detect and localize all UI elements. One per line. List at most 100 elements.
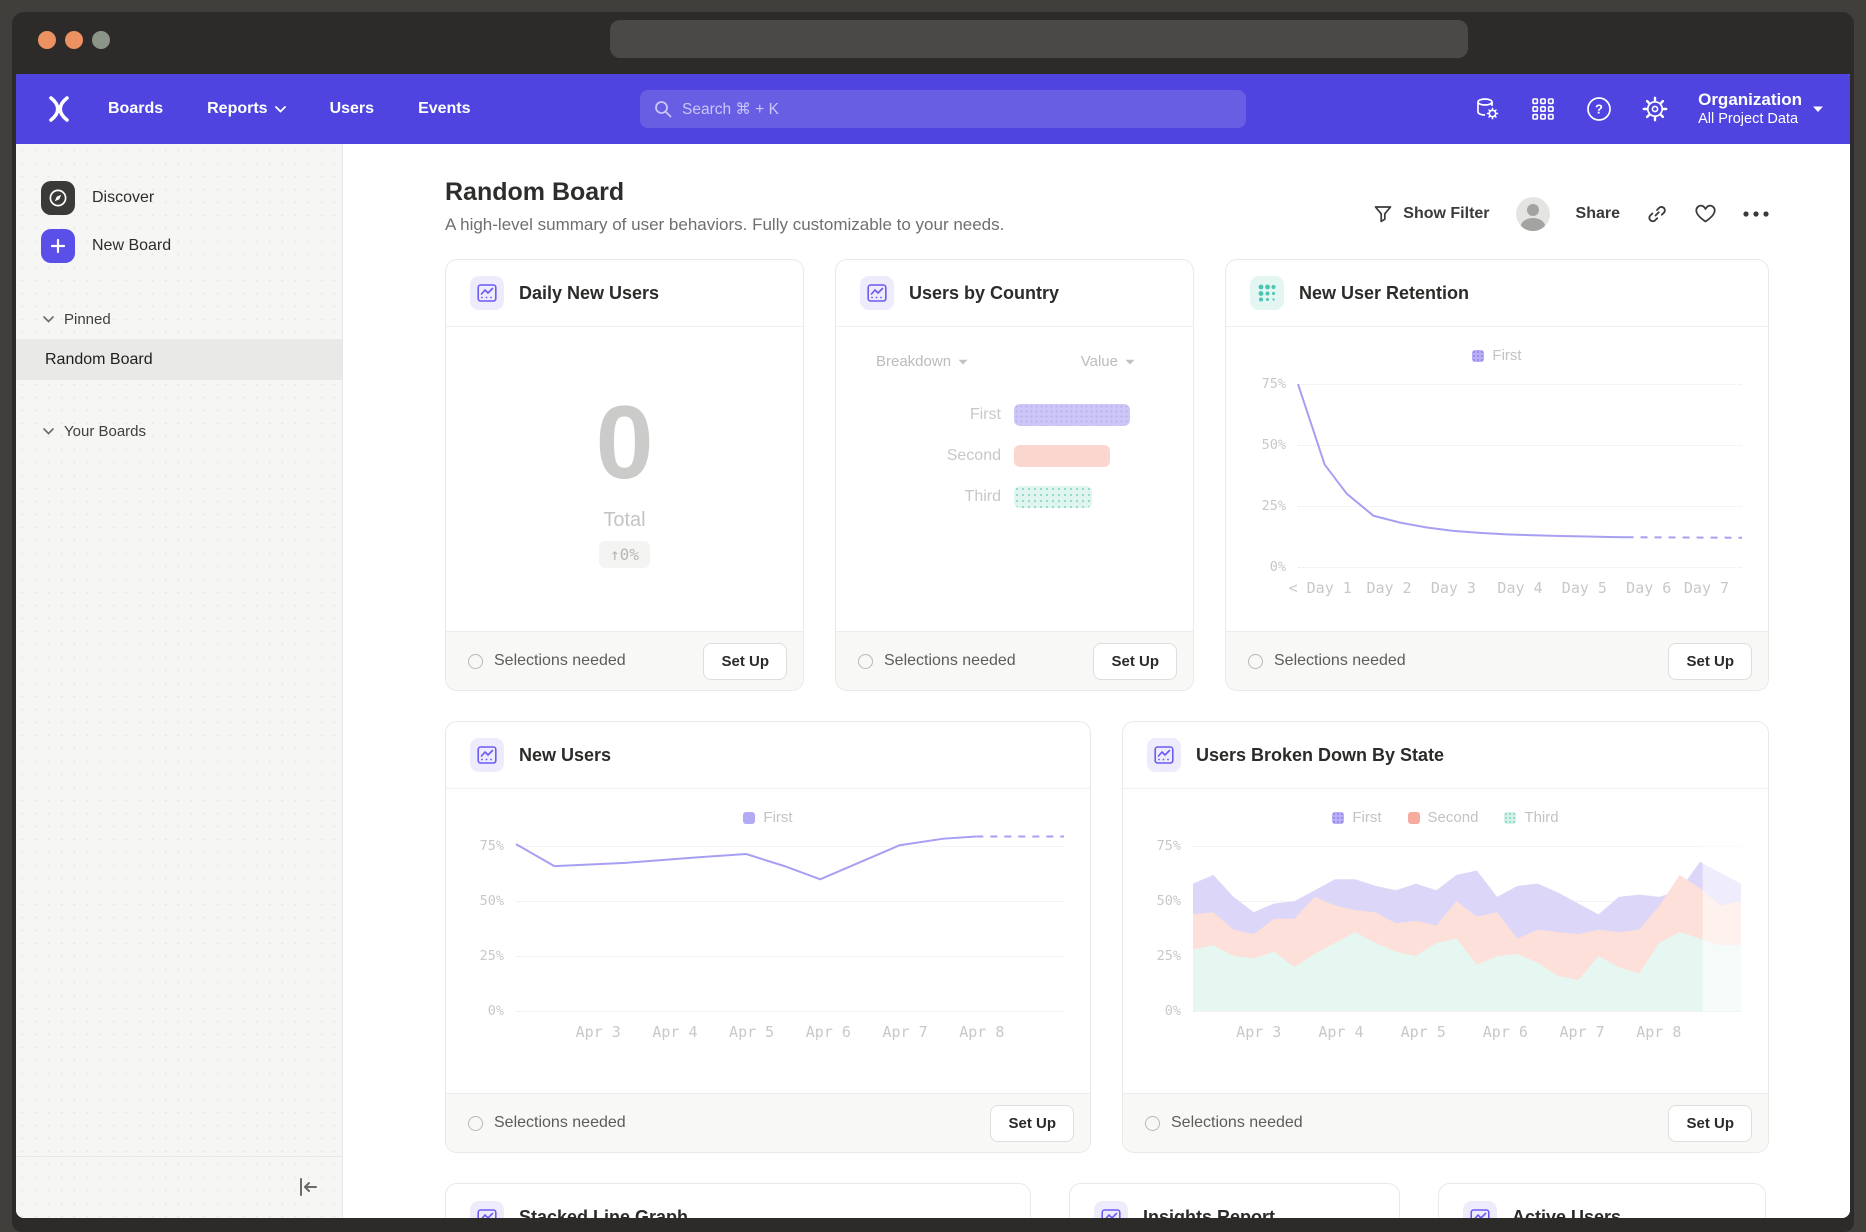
value-dropdown[interactable]: Value xyxy=(1081,353,1135,370)
card-title: New Users xyxy=(519,745,611,766)
card-users-by-state: Users Broken Down By State First S xyxy=(1122,721,1769,1153)
status-circle-icon xyxy=(1248,654,1263,669)
nav-item-events[interactable]: Events xyxy=(418,100,470,118)
card-footer: Selections needed Set Up xyxy=(1123,1093,1768,1152)
legend-item-third: Third xyxy=(1504,809,1558,826)
status-circle-icon xyxy=(858,654,873,669)
line-chart-icon xyxy=(1463,1201,1497,1219)
sidebar-section-your-boards[interactable]: Your Boards xyxy=(16,414,342,448)
chart-legend: First xyxy=(1226,327,1768,364)
legend-swatch-icon xyxy=(1408,812,1420,824)
card-insights-report: Insights Report xyxy=(1069,1183,1400,1218)
card-new-user-retention: New User Retention First 75%50%25%0%< Da… xyxy=(1225,259,1769,691)
user-avatar[interactable] xyxy=(1516,197,1550,231)
nav-item-reports[interactable]: Reports xyxy=(207,100,285,118)
card-title: New User Retention xyxy=(1299,283,1469,304)
browser-window: Boards Reports Users Events Search ⌘ + K xyxy=(12,12,1854,1232)
window-zoom-button[interactable] xyxy=(92,31,110,49)
org-project: All Project Data xyxy=(1698,110,1802,128)
discover-compass-icon xyxy=(41,181,75,215)
app-viewport: Boards Reports Users Events Search ⌘ + K xyxy=(16,74,1850,1218)
line-chart-icon xyxy=(470,1201,504,1219)
breakdown-label: Breakdown xyxy=(876,353,951,370)
sidebar-item-label: New Board xyxy=(92,237,171,255)
nav-item-users[interactable]: Users xyxy=(330,100,374,118)
legend-swatch-icon xyxy=(1332,812,1344,824)
favorite-button[interactable] xyxy=(1694,203,1717,224)
bar-second xyxy=(1014,445,1110,467)
card-footer: Selections needed Set Up xyxy=(446,1093,1090,1152)
card-title: Users by Country xyxy=(909,283,1059,304)
card-daily-new-users: Daily New Users 0 Total ↑0% Selections n… xyxy=(445,259,804,691)
status-circle-icon xyxy=(1145,1116,1160,1131)
search-icon xyxy=(654,100,672,118)
status-text: Selections needed xyxy=(1171,1114,1303,1132)
sidebar-section-pinned[interactable]: Pinned xyxy=(16,302,342,336)
sidebar: Discover New Board Pinned Random Board xyxy=(16,144,343,1218)
plus-icon xyxy=(41,229,75,263)
breakdown-dropdown[interactable]: Breakdown xyxy=(876,353,968,370)
status-text: Selections needed xyxy=(494,1114,626,1132)
set-up-button[interactable]: Set Up xyxy=(1668,1105,1752,1142)
retention-chart: 75%50%25%0%< Day 1Day 2Day 3Day 4Day 5Da… xyxy=(1298,367,1742,567)
show-filter-button[interactable]: Show Filter xyxy=(1373,204,1489,224)
metric-label: Total xyxy=(603,509,645,532)
state-area-chart: 75%50%25%0%Apr 3Apr 4Apr 5Apr 6Apr 7Apr … xyxy=(1193,831,1741,1011)
line-chart-icon xyxy=(860,276,894,310)
card-stacked-line-graph: Stacked Line Graph xyxy=(445,1183,1031,1218)
sidebar-footer xyxy=(16,1156,342,1218)
search-input[interactable]: Search ⌘ + K xyxy=(640,90,1246,128)
window-close-button[interactable] xyxy=(38,31,56,49)
page-title-block: Random Board A high-level summary of use… xyxy=(445,178,1004,235)
window-controls[interactable] xyxy=(38,31,110,49)
chevron-down-icon xyxy=(275,106,286,113)
legend-label: Third xyxy=(1524,809,1558,826)
collapse-sidebar-icon[interactable] xyxy=(296,1175,320,1199)
settings-gear-icon[interactable] xyxy=(1642,96,1668,122)
copy-link-button[interactable] xyxy=(1646,203,1668,225)
nav-item-boards[interactable]: Boards xyxy=(108,100,163,118)
help-icon[interactable]: ? xyxy=(1586,96,1612,122)
heart-icon xyxy=(1694,203,1717,224)
more-options-button[interactable] xyxy=(1743,211,1769,217)
nav-item-label: Boards xyxy=(108,100,163,118)
set-up-button[interactable]: Set Up xyxy=(703,643,787,680)
line-chart-icon xyxy=(470,738,504,772)
nav-right-cluster: ? xyxy=(1474,90,1824,128)
share-label: Share xyxy=(1576,205,1620,223)
sidebar-item-discover[interactable]: Discover xyxy=(16,174,342,222)
chevron-down-icon xyxy=(1125,359,1135,365)
bar-label: First xyxy=(836,406,1001,424)
legend-swatch-icon xyxy=(743,812,755,824)
legend-item-first: First xyxy=(1472,347,1521,364)
card-title: Daily New Users xyxy=(519,283,659,304)
sidebar-board-random-board[interactable]: Random Board xyxy=(16,339,342,380)
page-subtitle: A high-level summary of user behaviors. … xyxy=(445,215,1004,235)
data-management-icon[interactable] xyxy=(1474,96,1500,122)
card-active-users: Active Users xyxy=(1438,1183,1766,1218)
search-placeholder: Search ⌘ + K xyxy=(682,100,779,119)
org-name: Organization xyxy=(1698,90,1802,110)
section-label: Pinned xyxy=(64,311,111,328)
address-bar[interactable] xyxy=(610,20,1468,58)
window-minimize-button[interactable] xyxy=(65,31,83,49)
chevron-down-icon xyxy=(43,428,54,435)
set-up-button[interactable]: Set Up xyxy=(1093,643,1177,680)
chevron-down-icon xyxy=(958,359,968,365)
legend-label: Second xyxy=(1428,809,1479,826)
card-new-users: New Users First 75%50%25%0%Apr 3Apr 4Apr… xyxy=(445,721,1091,1153)
legend-label: First xyxy=(1492,347,1521,364)
legend-item-second: Second xyxy=(1408,809,1479,826)
apps-grid-icon[interactable] xyxy=(1530,96,1556,122)
org-switcher[interactable]: Organization All Project Data xyxy=(1698,90,1824,128)
sidebar-item-new-board[interactable]: New Board xyxy=(16,222,342,270)
sidebar-item-label: Discover xyxy=(92,189,154,207)
chart-legend: First xyxy=(446,789,1090,826)
set-up-button[interactable]: Set Up xyxy=(1668,643,1752,680)
set-up-button[interactable]: Set Up xyxy=(990,1105,1074,1142)
card-users-by-country: Users by Country Breakdown Value xyxy=(835,259,1194,691)
bar-label: Second xyxy=(836,447,1001,465)
nav-item-label: Users xyxy=(330,100,374,118)
share-button[interactable]: Share xyxy=(1576,205,1620,223)
mixpanel-logo-icon[interactable] xyxy=(46,96,72,122)
